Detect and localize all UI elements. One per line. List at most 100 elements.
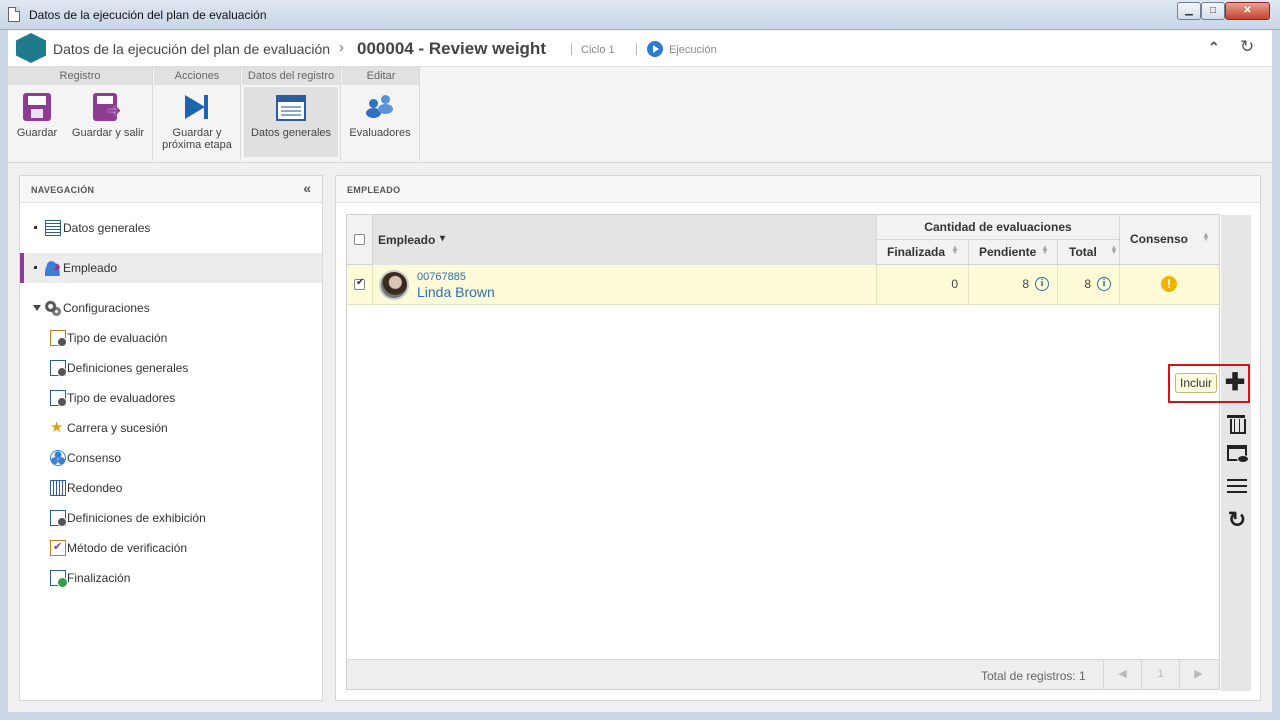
column-header-consensus[interactable]: Consenso ▲ ▼ [1120,215,1219,265]
nav-subitem-label: Consenso [67,451,122,465]
view-record-icon[interactable] [1227,445,1249,463]
header-divider [636,43,637,55]
nav-subitem-consenso[interactable]: Consenso [20,443,322,473]
save-next-label-line1: Guardar y [172,127,222,139]
consensus-cell: ! [1120,265,1219,305]
window-border-right [1272,30,1280,720]
nav-subitem-redondeo[interactable]: Redondeo [20,473,322,503]
window-title: Datos de la ejecución del plan de evalua… [29,8,267,22]
total-count: 8 [1084,277,1091,291]
column-label: Consenso [1130,232,1189,246]
evaluation-type-icon [50,330,67,347]
save-icon [23,93,51,121]
person-body [378,104,393,114]
nav-subitem-definiciones-exhibicion[interactable]: Definiciones de exhibición [20,503,322,533]
general-data-label: Datos generales [250,127,332,139]
employee-panel-title: EMPLEADO [347,185,401,195]
status-label: Ejecución [669,44,717,56]
info-icon[interactable]: i [1035,277,1049,291]
select-all-checkbox[interactable] [354,234,365,245]
page-number: 1 [1141,660,1179,689]
nav-subitem-label: Definiciones de exhibición [67,511,206,525]
employee-code: 00767885 [417,271,466,283]
save-exit-icon [93,93,121,121]
column-header-employee[interactable]: Empleado ▾ [373,215,877,265]
save-and-exit-button[interactable]: Guardar y salir [68,87,148,157]
nav-item-datos-generales[interactable]: Datos generales [20,213,322,243]
collapse-navigation-icon[interactable]: « [303,180,311,196]
column-label: Total [1069,245,1097,259]
column-header-total[interactable]: Total ▲ ▼ [1058,240,1120,265]
column-group-evaluations: Cantidad de evaluaciones [877,215,1120,240]
nav-subitem-carrera-sucesion[interactable]: ★ Carrera y sucesión [20,413,322,443]
nav-subitem-label: Definiciones generales [67,361,189,375]
document-icon [8,7,20,22]
column-header-finished[interactable]: Finalizada ▲ ▼ [877,240,969,265]
bullet [34,266,37,269]
next-step-icon [185,95,208,119]
nav-item-configuraciones[interactable]: Configuraciones [20,293,322,323]
sort-desc-glyph: ▼ [1110,247,1118,256]
ribbon-separator [340,67,341,161]
consensus-icon [50,450,66,466]
cycle-label: Ciclo 1 [581,44,615,56]
list-icon [45,220,61,236]
next-page-button[interactable]: ▶ [1179,660,1217,689]
refresh-grid-icon[interactable]: ↻ [1226,509,1248,531]
minimize-button[interactable]: ▁ [1177,2,1201,20]
nav-subitem-label: Tipo de evaluadores [67,391,176,405]
nav-subitem-label: Tipo de evaluación [67,331,168,345]
nav-subitem-tipo-evaluadores[interactable]: Tipo de evaluadores [20,383,322,413]
app-header: Datos de la ejecución del plan de evalua… [8,31,1272,67]
nav-subitem-label: Finalización [67,571,131,585]
row-checkbox[interactable] [354,277,365,290]
general-data-button[interactable]: Datos generales [244,87,338,157]
evaluators-button[interactable]: Evaluadores [344,87,416,157]
employee-panel: EMPLEADO Empleado ▾ Cantidad de evaluaci… [335,175,1261,701]
grid-footer: Total de registros: 1 ◀ 1 ▶ [347,659,1219,689]
table-row[interactable]: 00767885 Linda Brown 0 8 i 8 i ! [347,265,1219,305]
info-icon[interactable]: i [1097,277,1111,291]
save-and-next-step-button[interactable]: Guardar y próxima etapa [156,87,238,157]
save-button[interactable]: Guardar [10,87,64,157]
add-plus-icon[interactable]: ✚ [1224,371,1246,395]
window-border-bottom [0,712,1280,720]
ribbon-separator [240,67,241,161]
sort-desc-glyph: ▼ [1202,234,1210,243]
select-all-cell [347,215,373,265]
ribbon-separator [419,67,420,161]
nav-subitem-definiciones-generales[interactable]: Definiciones generales [20,353,322,383]
collapse-header-icon[interactable]: ⌃ [1208,39,1220,56]
sort-icon: ▲ ▼ [1202,231,1210,243]
nav-subitem-tipo-evaluacion[interactable]: Tipo de evaluación [20,323,322,353]
person-head [381,95,390,104]
ribbon-separator [152,67,153,161]
prev-page-button[interactable]: ◀ [1103,660,1141,689]
finished-count: 0 [951,277,958,291]
pending-cell: 8 i [969,265,1058,305]
warning-icon[interactable]: ! [1161,276,1177,292]
column-header-pending[interactable]: Pendiente ▲ ▼ [969,240,1058,265]
refresh-header-icon[interactable]: ↻ [1240,37,1254,57]
form-icon [276,95,306,121]
grid-side-toolbar: ↻ [1221,215,1251,691]
close-button[interactable]: ✕ [1225,2,1270,20]
sort-icon: ▲ ▼ [1041,244,1049,256]
sort-icon: ▲ ▼ [951,244,959,256]
employee-name[interactable]: Linda Brown [417,284,495,300]
nav-subitem-finalizacion[interactable]: Finalización [20,563,322,593]
nav-subitem-metodo-verificacion[interactable]: Método de verificación [20,533,322,563]
employee-panel-header: EMPLEADO [336,176,1260,203]
calculator-icon [50,480,66,496]
ribbon-group-datos-registro: Datos del registro [242,67,340,85]
window-titlebar: Datos de la ejecución del plan de evalua… [0,0,1280,30]
record-title: 000004 - Review weight [357,39,546,58]
delete-trash-icon[interactable] [1227,414,1246,434]
play-status-icon [647,41,663,57]
nav-item-empleado[interactable]: Empleado [20,253,322,283]
pending-count: 8 [1022,277,1029,291]
maximize-button[interactable]: □ [1201,2,1225,20]
list-options-icon[interactable] [1227,479,1247,495]
employee-cell: 00767885 Linda Brown [373,265,877,305]
expand-triangle-icon[interactable] [33,305,41,311]
